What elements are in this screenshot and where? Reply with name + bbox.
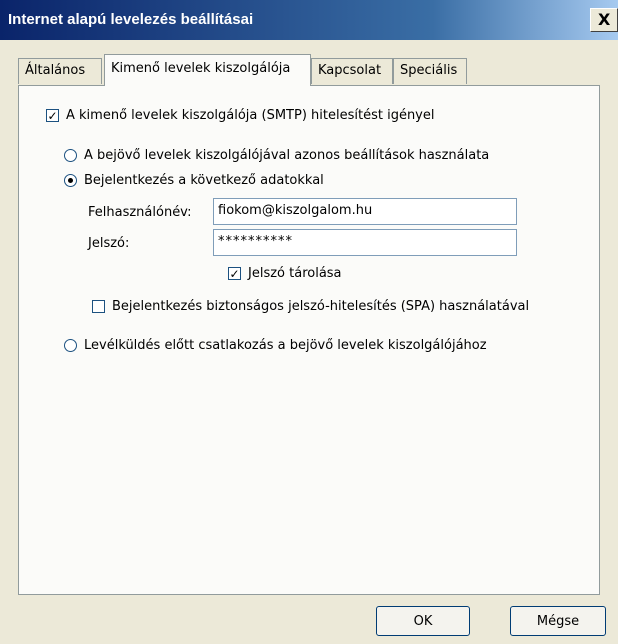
same-settings-label: A bejövő levelek kiszolgálójával azonos … <box>84 148 490 163</box>
spa-checkbox[interactable]: Bejelentkezés biztonságos jelszó-hiteles… <box>92 299 529 314</box>
tab-label: Kapcsolat <box>318 63 382 78</box>
radio-button[interactable] <box>64 149 77 162</box>
connect-before-send-label: Levélküldés előtt csatlakozás a bejövő l… <box>84 338 487 353</box>
tab-advanced[interactable]: Speciális <box>393 58 467 84</box>
tab-label: Kimenő levelek kiszolgálója <box>111 61 291 76</box>
remember-password-checkbox[interactable]: ✓ Jelszó tárolása <box>228 266 342 281</box>
remember-password-label: Jelszó tárolása <box>248 266 342 281</box>
tab-label: Speciális <box>400 63 458 78</box>
tab-general[interactable]: Általános <box>18 58 102 84</box>
cancel-button[interactable]: Mégse <box>510 606 606 636</box>
smtp-auth-checkbox[interactable]: ✓ A kimenő levelek kiszolgálója (SMTP) h… <box>46 108 435 123</box>
checkmark-icon: ✓ <box>47 108 58 123</box>
same-settings-radio[interactable]: A bejövő levelek kiszolgálójával azonos … <box>64 148 489 163</box>
checkmark-icon: ✓ <box>229 266 240 281</box>
tab-label: Általános <box>25 63 86 78</box>
checkbox-box[interactable]: ✓ <box>46 109 59 122</box>
tab-connection[interactable]: Kapcsolat <box>311 58 393 84</box>
radio-button[interactable] <box>64 174 77 187</box>
window-title: Internet alapú levelezés beállításai <box>8 11 254 28</box>
close-button[interactable]: X <box>590 8 618 32</box>
password-input[interactable]: ********** <box>213 229 517 256</box>
login-with-label: Bejelentkezés a következő adatokkal <box>84 173 324 188</box>
title-bar: Internet alapú levelezés beállításai <box>0 0 618 40</box>
checkbox-box[interactable] <box>92 300 105 313</box>
spa-label: Bejelentkezés biztonságos jelszó-hiteles… <box>112 299 530 314</box>
username-label: Felhasználónév: <box>88 205 192 220</box>
close-icon: X <box>598 10 611 29</box>
settings-dialog: Internet alapú levelezés beállításai X Á… <box>0 0 618 644</box>
login-with-radio[interactable]: Bejelentkezés a következő adatokkal <box>64 173 324 188</box>
ok-button[interactable]: OK <box>376 606 470 636</box>
smtp-auth-label: A kimenő levelek kiszolgálója (SMTP) hit… <box>66 108 435 123</box>
radio-selected-dot <box>68 178 73 183</box>
checkbox-box[interactable]: ✓ <box>228 267 241 280</box>
password-label: Jelszó: <box>88 236 130 251</box>
tab-outgoing-server[interactable]: Kimenő levelek kiszolgálója <box>104 54 311 86</box>
connect-before-send-radio[interactable]: Levélküldés előtt csatlakozás a bejövő l… <box>64 338 487 353</box>
radio-button[interactable] <box>64 339 77 352</box>
username-input[interactable]: fiokom@kiszolgalom.hu <box>213 198 517 225</box>
